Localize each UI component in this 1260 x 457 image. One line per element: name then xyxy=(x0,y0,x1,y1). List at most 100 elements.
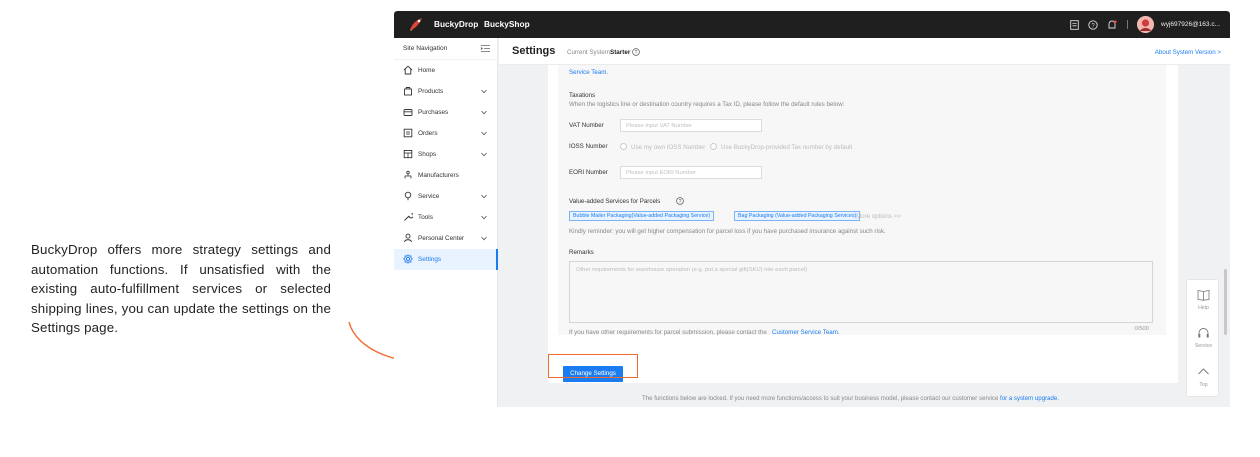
taxations-description: When the logistics line or destination c… xyxy=(569,101,845,108)
sidebar-item-label: Shops xyxy=(418,151,437,158)
help-circle-icon[interactable]: ? xyxy=(632,48,640,56)
customer-service-team-link[interactable]: Customer Service Team. xyxy=(772,329,840,336)
sidebar-title: Site Navigation xyxy=(403,45,448,52)
sidebar-item-products[interactable]: Products xyxy=(394,81,498,102)
chevron-up-icon xyxy=(1198,368,1209,375)
ioss-label: IOSS Number xyxy=(569,143,608,150)
remarks-placeholder: Other requirements for warehouse operati… xyxy=(576,267,808,273)
brand-name[interactable]: BuckyDrop xyxy=(434,19,478,29)
help-label: Help xyxy=(1198,305,1209,311)
chevron-down-icon xyxy=(481,110,487,115)
back-to-top-button[interactable]: Top xyxy=(1187,357,1220,395)
collapse-menu-icon[interactable] xyxy=(481,44,490,53)
chevron-down-icon xyxy=(481,89,487,94)
sidebar-item-orders[interactable]: Orders xyxy=(394,123,498,144)
chevron-down-icon xyxy=(481,236,487,241)
sidebar-header: Site Navigation xyxy=(394,38,498,60)
ioss-own-radio[interactable] xyxy=(620,143,627,150)
sidebar-item-label: Orders xyxy=(418,130,438,137)
scrollbar[interactable] xyxy=(1224,269,1227,335)
page-title: Settings xyxy=(512,45,556,57)
home-icon xyxy=(403,65,413,75)
document-icon[interactable] xyxy=(1068,19,1080,31)
user-email[interactable]: wyj697926@163.c... xyxy=(1161,21,1220,28)
taxations-title: Taxations xyxy=(569,92,596,99)
help-circle-icon[interactable]: ? xyxy=(676,197,684,205)
sidebar-item-settings[interactable]: Settings xyxy=(394,249,498,270)
top-navigation-bar: BuckyDrop BuckyShop ? wyj697926@163.c... xyxy=(394,11,1230,38)
chevron-down-icon xyxy=(481,131,487,136)
shop-link[interactable]: BuckyShop xyxy=(484,19,530,29)
bubble-mailer-packaging-tag[interactable]: Bubble Mailer Packaging(Value-added Pack… xyxy=(569,211,715,221)
locked-functions-notice: The functions below are locked. If you n… xyxy=(642,395,1059,402)
annotation-text: BuckyDrop offers more strategy settings … xyxy=(31,242,331,336)
chevron-down-icon xyxy=(481,215,487,220)
sidebar-item-service[interactable]: Service xyxy=(394,186,498,207)
annotation-highlight-box xyxy=(548,354,638,378)
chevron-down-icon xyxy=(481,152,487,157)
top-right-icons: ? wyj697926@163.c... xyxy=(1068,16,1220,33)
sidebar-item-shops[interactable]: Shops xyxy=(394,144,498,165)
floating-help-panel: Help Service Top xyxy=(1186,279,1219,397)
more-options-link[interactable]: More options >> xyxy=(856,213,901,220)
eori-label: EORI Number xyxy=(569,169,608,176)
service-team-link[interactable]: Service Team. xyxy=(569,69,608,76)
about-system-version-link[interactable]: About System Version > xyxy=(1155,49,1221,56)
sidebar-item-label: Personal Center xyxy=(418,235,465,242)
sidebar-item-label: Home xyxy=(418,67,436,74)
sidebar-item-manufacturers[interactable]: Manufacturers xyxy=(394,165,498,186)
avatar[interactable] xyxy=(1137,16,1154,33)
orders-icon xyxy=(403,128,413,138)
vat-label: VAT Number xyxy=(569,122,604,129)
bag-packaging-tag[interactable]: Bag Packaging (Value-added Packaging Ser… xyxy=(734,211,861,221)
svg-text:?: ? xyxy=(679,199,682,205)
settings-panel: Service Team. Taxations When the logisti… xyxy=(558,65,1166,336)
contact-text: If you have other requirements for parce… xyxy=(569,329,767,336)
user-icon xyxy=(404,233,412,243)
purchase-icon xyxy=(403,109,413,116)
sidebar-item-home[interactable]: Home xyxy=(394,60,498,81)
remarks-textarea[interactable]: Other requirements for warehouse operati… xyxy=(569,261,1153,332)
remarks-char-counter: 0/500 xyxy=(1134,326,1149,332)
sidebar-item-label: Products xyxy=(418,88,444,95)
remarks-title: Remarks xyxy=(569,249,594,256)
ioss-default-option-label: Use BuckyDrop-provided Tax number by def… xyxy=(721,144,853,151)
current-system-label: Current System: xyxy=(567,49,612,56)
notification-icon[interactable] xyxy=(1106,19,1118,31)
locked-functions-text: The functions below are locked. If you n… xyxy=(642,395,999,402)
sidebar-item-label: Manufacturers xyxy=(418,172,459,179)
sidebar-item-tools[interactable]: Tools xyxy=(394,207,498,228)
current-system-value: Starter xyxy=(610,49,631,56)
sidebar-item-personal-center[interactable]: Personal Center xyxy=(394,228,498,249)
help-icon[interactable]: ? xyxy=(1087,19,1099,31)
settings-card: Service Team. Taxations When the logisti… xyxy=(548,65,1178,383)
shopping-bag-icon xyxy=(404,87,412,96)
headset-icon xyxy=(1198,328,1209,338)
sidebar: Site Navigation Home Products Purchases … xyxy=(394,38,498,407)
eori-number-input[interactable]: Please input EORI Number xyxy=(620,166,762,179)
service-button[interactable]: Service xyxy=(1187,318,1220,356)
system-upgrade-link[interactable]: for a system upgrade. xyxy=(1000,395,1059,402)
sidebar-item-purchases[interactable]: Purchases xyxy=(394,102,498,123)
insurance-reminder: Kindly reminder: you will get higher com… xyxy=(569,228,886,235)
ioss-default-radio[interactable] xyxy=(710,143,717,150)
page-header: Settings Current System: Starter ? About… xyxy=(499,38,1230,65)
service-label: Service xyxy=(1194,343,1213,349)
help-button[interactable]: Help xyxy=(1187,280,1220,318)
service-icon xyxy=(404,191,412,201)
manufacturer-icon xyxy=(404,170,412,179)
top-label: Top xyxy=(1199,382,1208,388)
book-icon xyxy=(1197,290,1210,301)
sidebar-item-label: Purchases xyxy=(418,109,449,116)
divider xyxy=(1127,20,1128,29)
shop-icon xyxy=(403,150,413,159)
vat-number-input[interactable]: Please input VAT Number xyxy=(620,119,762,132)
ioss-own-option-label: Use my own IOSS Number xyxy=(631,144,706,151)
tools-icon xyxy=(404,213,413,221)
sidebar-item-label: Tools xyxy=(418,214,433,221)
app-window: BuckyDrop BuckyShop ? wyj697926@163.c...… xyxy=(394,11,1230,407)
chevron-down-icon xyxy=(481,194,487,199)
value-added-services-title: Value-added Services for Parcels xyxy=(569,198,661,205)
buckydrop-logo xyxy=(410,18,422,31)
svg-text:?: ? xyxy=(635,50,638,56)
